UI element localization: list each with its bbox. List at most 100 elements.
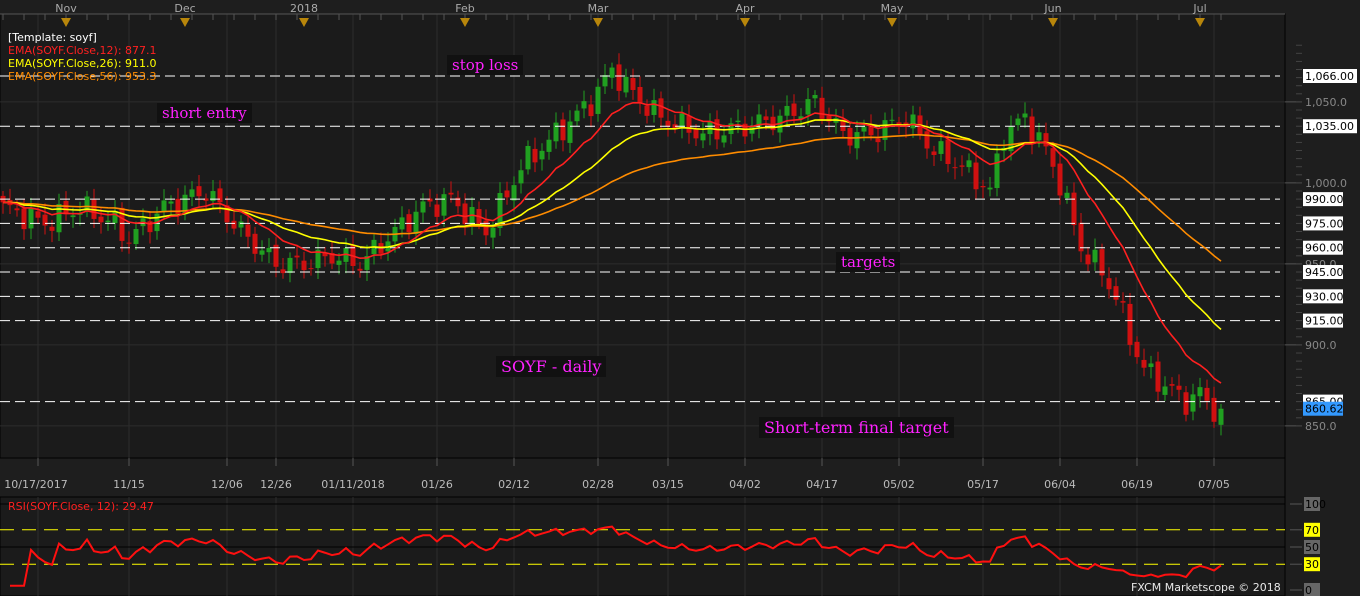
candle-body <box>959 165 965 167</box>
date-label: 06/19 <box>1121 478 1153 491</box>
date-label: 01/11/2018 <box>321 478 384 491</box>
candle-body <box>532 148 538 163</box>
candle-body <box>574 110 580 122</box>
candle-body <box>1057 163 1063 196</box>
month-label: Dec <box>174 2 195 15</box>
candle-body <box>546 139 552 152</box>
candle-body <box>266 247 272 253</box>
date-label: 07/05 <box>1198 478 1230 491</box>
candle-body <box>1183 392 1189 415</box>
candle-body <box>763 116 769 120</box>
candle-body <box>1071 192 1077 226</box>
candle-body <box>651 100 657 115</box>
candle-body <box>952 167 958 169</box>
candle-body <box>1134 341 1140 358</box>
candle-body <box>1176 385 1182 390</box>
candle-body <box>623 76 629 93</box>
candle-body <box>987 187 993 190</box>
candle-body <box>448 192 454 195</box>
candle-body <box>112 211 118 224</box>
date-label: 04/17 <box>806 478 838 491</box>
candle-body <box>280 269 286 274</box>
level-label: 1,035.00 <box>1305 120 1354 133</box>
candle-body <box>1078 222 1084 252</box>
candle-body <box>1120 301 1126 303</box>
month-label: Apr <box>735 2 755 15</box>
candle-body <box>196 186 202 197</box>
candle-body <box>924 131 930 149</box>
candle-body <box>595 86 601 114</box>
candle-body <box>301 260 307 271</box>
candle-body <box>854 132 860 149</box>
candle-body <box>560 119 566 141</box>
candle-body <box>749 126 755 134</box>
candle-body <box>413 211 419 234</box>
candle-body <box>63 200 69 215</box>
month-label: Mar <box>588 2 609 15</box>
date-label: 12/06 <box>211 478 243 491</box>
price-chart[interactable]: 10/17/2017 11/15 12/06 12/26 01/11/2018 01/26… <box>0 0 1360 596</box>
candle-body <box>812 94 818 99</box>
ema26-legend: EMA(SOYF.Close,26): 911.0 <box>8 57 157 70</box>
rsi-tick-label: 100 <box>1305 498 1326 511</box>
copyright: FXCM Marketscope © 2018 <box>1131 581 1281 594</box>
rsi-tick-label: 0 <box>1305 584 1312 596</box>
candle-body <box>980 186 986 188</box>
date-label: 02/12 <box>498 478 530 491</box>
candle-body <box>637 86 643 103</box>
date-label: 05/02 <box>883 478 915 491</box>
candle-body <box>28 208 34 229</box>
candle-body <box>791 103 797 116</box>
candle-body <box>973 162 979 190</box>
candle-body <box>581 101 587 109</box>
candle-body <box>945 139 951 165</box>
candle-body <box>294 255 300 258</box>
candle-body <box>21 208 27 230</box>
candle-body <box>1169 384 1175 386</box>
candle-body <box>252 233 258 254</box>
candle-body <box>399 217 405 230</box>
date-label: 10/17/2017 <box>4 478 67 491</box>
level-label: 915.00 <box>1305 315 1344 328</box>
candle-body <box>721 135 727 143</box>
level-label: 930.00 <box>1305 290 1344 303</box>
candle-body <box>966 160 972 168</box>
candle-body <box>70 215 76 218</box>
month-label: Nov <box>55 2 77 15</box>
candle-body <box>518 170 524 184</box>
candle-body <box>861 126 867 132</box>
month-label: Jul <box>1192 2 1206 15</box>
candle-body <box>1064 192 1070 198</box>
candle-body <box>378 243 384 254</box>
date-label: 01/26 <box>421 478 453 491</box>
candle-body <box>462 203 468 225</box>
candle-body <box>994 153 1000 189</box>
candle-body <box>308 268 314 270</box>
candle-body <box>686 115 692 133</box>
candle-body <box>602 75 608 87</box>
candle-body <box>819 97 825 119</box>
price-tick-label: 850.0 <box>1305 420 1337 433</box>
candle-body <box>588 104 594 117</box>
candle-body <box>1162 386 1168 395</box>
candle-body <box>616 64 622 91</box>
candle-body <box>805 99 811 115</box>
level-label: 990.00 <box>1305 193 1344 206</box>
candle-body <box>1113 286 1119 300</box>
candle-body <box>735 120 741 123</box>
level-label: 960.00 <box>1305 242 1344 255</box>
candle-body <box>1197 387 1203 397</box>
candle-body <box>658 98 664 118</box>
candle-body <box>49 226 55 231</box>
candle-body <box>14 208 20 211</box>
candle-body <box>700 133 706 141</box>
annotation-title: SOYF - daily <box>496 356 607 377</box>
date-label: 06/04 <box>1044 478 1076 491</box>
price-tick-label: 1,000.0 <box>1305 177 1347 190</box>
rsi-legend: RSI(SOYF.Close, 12): 29.47 <box>8 500 154 513</box>
candle-body <box>504 190 510 198</box>
annotation-targets: targets <box>836 252 901 272</box>
candle-body <box>245 224 251 237</box>
candle-body <box>161 200 167 213</box>
annotation-stop-loss: stop loss <box>447 55 524 75</box>
